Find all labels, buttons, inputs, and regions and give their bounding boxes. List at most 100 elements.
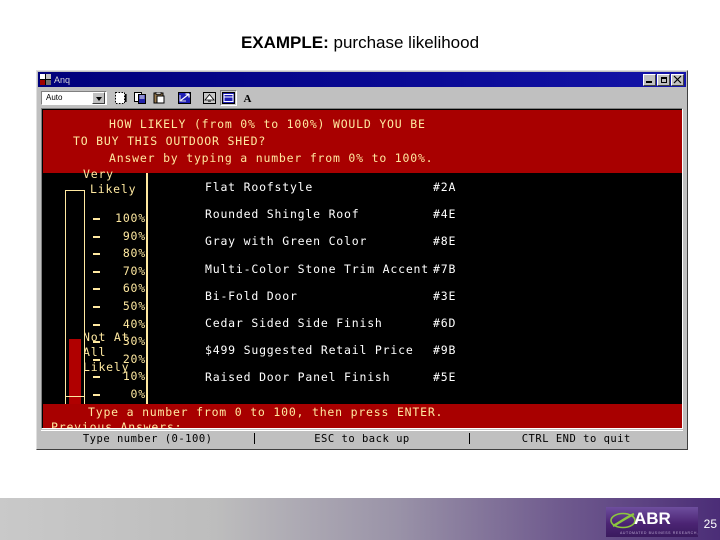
attribute-label: Multi-Color Stone Trim Accent <box>205 261 429 276</box>
window-titlebar[interactable]: Anq <box>38 72 686 87</box>
scale-top-label-line1: Very <box>83 167 114 181</box>
scale-tick-label: 30% <box>122 334 146 349</box>
scale-tick <box>93 253 100 256</box>
scale-tick-label: 90% <box>122 228 146 243</box>
scale-tick <box>93 341 100 344</box>
status-bar: Type number (0-100) ESC to back up CTRL … <box>41 430 683 446</box>
scale-tick <box>93 270 100 273</box>
scale-tick <box>93 218 100 220</box>
footer-prompt: Type a number from 0 to 100, then press … <box>88 405 444 419</box>
background-button[interactable] <box>220 89 237 106</box>
scale-tick-label: 20% <box>122 351 146 366</box>
attribute-code: #2A <box>433 180 457 194</box>
header-line-2: TO BUY THIS OUTDOOR SHED? <box>73 134 267 148</box>
page-number: 25 <box>703 517 717 531</box>
page-title: EXAMPLE: purchase likelihood <box>0 33 720 53</box>
thermometer-bulb-separator <box>66 396 84 397</box>
console-content: HOW LIKELY (from 0% to 100%) WOULD YOU B… <box>43 110 682 429</box>
scale-tick-label: 0% <box>130 387 146 401</box>
full-screen-icon <box>178 91 191 104</box>
paste-icon <box>153 91 165 103</box>
properties-icon <box>203 91 216 104</box>
scale-tick-label: 80% <box>122 246 146 261</box>
copy-icon <box>134 91 146 104</box>
mark-icon <box>115 91 127 104</box>
header-line-1: HOW LIKELY (from 0% to 100%) WOULD YOU B… <box>109 117 426 131</box>
attribute-code: #6D <box>433 316 457 330</box>
attribute-label: Bi-Fold Door <box>205 288 298 303</box>
scale-tick <box>93 288 100 291</box>
attribute-code: #3E <box>433 288 457 303</box>
abr-logo-text: ABR <box>634 509 671 528</box>
font-button[interactable]: A <box>239 89 256 106</box>
attribute-row: Multi-Color Stone Trim Accent #7B <box>148 261 682 289</box>
dos-window: Anq Auto A HOW LIKELY (from 0% to 100%) … <box>36 70 688 450</box>
previous-answers-label: Previous Answers: <box>51 420 183 429</box>
console-screen[interactable]: HOW LIKELY (from 0% to 100%) WOULD YOU B… <box>41 108 683 429</box>
maximize-button[interactable] <box>657 73 670 86</box>
console-header-band: HOW LIKELY (from 0% to 100%) WOULD YOU B… <box>43 110 682 173</box>
status-quit: CTRL END to quit <box>521 432 631 445</box>
brand-band: ABR AUTOMATED BUSINESS RESEARCH, LLC 25 <box>0 498 720 540</box>
attribute-code: #8E <box>433 234 457 249</box>
attribute-row: Gray with Green Color #8E <box>148 234 682 261</box>
scale-tick <box>93 235 100 238</box>
thermometer-gauge <box>65 190 85 428</box>
scale-tick-label: 40% <box>122 316 146 331</box>
attribute-row: Bi-Fold Door #3E <box>148 288 682 316</box>
likelihood-scale-panel: Very Likely Not At All Likely 100% 90% 80%… <box>43 167 146 428</box>
scale-tick-label: 70% <box>122 263 146 278</box>
attribute-code: #7B <box>433 261 457 276</box>
window-toolbar: Auto A <box>38 88 686 107</box>
minimize-button[interactable] <box>643 73 656 86</box>
font-size-value: Auto <box>46 93 63 102</box>
status-type-number: Type number (0-100) <box>82 432 213 445</box>
attribute-row: Flat Roofstyle #2A <box>148 180 682 207</box>
header-line-3: Answer by typing a number from 0% to 100… <box>109 151 434 165</box>
scale-tick-label: 50% <box>122 299 146 313</box>
full-screen-button[interactable] <box>176 89 193 106</box>
attribute-list: Flat Roofstyle #2A Rounded Shingle Roof #4E… <box>148 173 682 404</box>
attribute-label: Gray with Green Color <box>205 234 368 249</box>
page-title-strong: EXAMPLE: <box>240 33 329 52</box>
attribute-row: Raised Door Panel Finish #5E <box>148 370 682 397</box>
scale-tick <box>93 306 100 308</box>
attribute-row: Rounded Shingle Roof #4E <box>148 207 682 234</box>
scale-tick-label: 100% <box>115 211 146 225</box>
svg-text:A: A <box>244 93 252 104</box>
ms-dos-icon <box>40 74 51 85</box>
font-size-dropdown[interactable]: Auto <box>41 90 107 105</box>
font-a-icon: A <box>244 93 252 104</box>
mark-button[interactable] <box>113 89 130 106</box>
attribute-label: Raised Door Panel Finish <box>205 370 391 385</box>
attribute-label: $499 Suggested Retail Price <box>205 343 414 358</box>
swoosh-icon <box>610 512 636 529</box>
scale-tick <box>93 376 100 379</box>
properties-button[interactable] <box>201 89 218 106</box>
attribute-row: Cedar Sided Side Finish #6D <box>148 316 682 343</box>
status-back-up: ESC to back up <box>314 432 410 445</box>
chevron-down-icon[interactable] <box>92 91 105 104</box>
attribute-code: #5E <box>433 370 457 385</box>
scale-tick-label: 60% <box>122 281 146 296</box>
attribute-code: #9B <box>433 343 457 358</box>
scale-tick <box>93 358 100 361</box>
page-title-light: purchase likelihood <box>328 33 480 52</box>
scale-tick <box>93 323 100 326</box>
window-title: Anq <box>54 74 71 85</box>
console-footer-band: Type a number from 0 to 100, then press … <box>43 404 682 429</box>
close-button[interactable] <box>671 73 684 86</box>
attribute-row: $499 Suggested Retail Price #9B <box>148 343 682 370</box>
scale-top-label-line2: Likely <box>90 182 137 196</box>
attribute-label: Rounded Shingle Roof <box>205 207 360 222</box>
scale-tick <box>93 394 100 396</box>
paste-button[interactable] <box>151 89 168 106</box>
attribute-code: #4E <box>433 207 457 222</box>
scale-tick-label: 10% <box>122 369 146 384</box>
abr-logo: ABR AUTOMATED BUSINESS RESEARCH, LLC <box>606 507 698 537</box>
attribute-label: Flat Roofstyle <box>205 180 314 194</box>
attribute-label: Cedar Sided Side Finish <box>205 316 383 330</box>
copy-button[interactable] <box>132 89 149 106</box>
abr-logo-tagline: AUTOMATED BUSINESS RESEARCH, LLC <box>620 531 698 535</box>
background-icon <box>222 91 235 104</box>
